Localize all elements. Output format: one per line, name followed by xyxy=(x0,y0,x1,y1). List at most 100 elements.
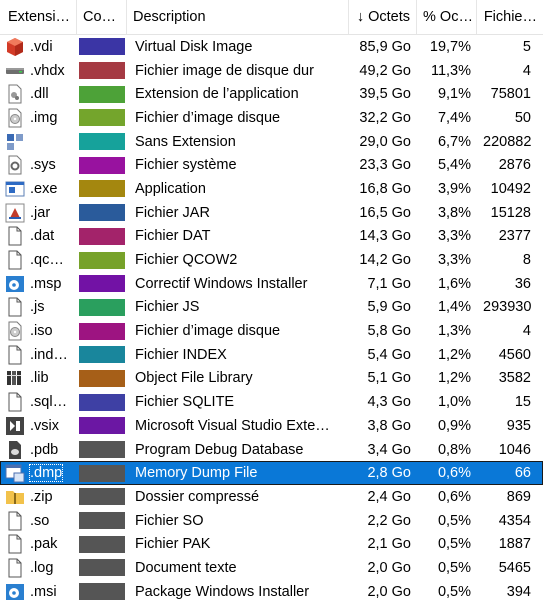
table-row[interactable]: .js Fichier JS 5,9 Go 1,4% 293930 xyxy=(0,296,543,320)
description-cell: Fichier système xyxy=(135,157,237,174)
table-row[interactable]: Sans Extension 29,0 Go 6,7% 220882 xyxy=(0,130,543,154)
description-cell: Fichier image de disque dur xyxy=(135,62,314,79)
extension-cell: .msp xyxy=(0,274,77,294)
color-cell xyxy=(77,583,127,601)
table-row[interactable]: .sql… Fichier SQLITE 4,3 Go 1,0% 15 xyxy=(0,390,543,414)
color-swatch xyxy=(79,464,125,482)
extension-cell: .sys xyxy=(0,155,77,175)
table-row[interactable]: .log Document texte 2,0 Go 0,5% 5465 xyxy=(0,556,543,580)
percent-cell: 1,2% xyxy=(437,370,471,387)
table-row[interactable]: .sys Fichier système 23,3 Go 5,4% 2876 xyxy=(0,153,543,177)
octets-cell: 2,4 Go xyxy=(367,488,411,505)
percent-cell: 9,1% xyxy=(437,86,471,103)
color-swatch xyxy=(79,251,125,269)
extension-label: .img xyxy=(30,109,58,126)
octets-cell: 5,9 Go xyxy=(367,299,411,316)
table-row[interactable]: .qc… Fichier QCOW2 14,2 Go 3,3% 8 xyxy=(0,248,543,272)
extension-label: .sys xyxy=(30,157,56,174)
color-swatch xyxy=(79,535,125,553)
files-count-cell: 50 xyxy=(514,109,531,126)
blank-file-icon xyxy=(5,558,25,578)
extension-label: .jar xyxy=(30,204,51,221)
column-header-description[interactable]: Description xyxy=(127,0,349,34)
virtualbox-icon xyxy=(5,37,25,57)
extension-cell: .ind… xyxy=(0,345,77,365)
percent-cell: 0,5% xyxy=(437,512,471,529)
column-header-percent[interactable]: % Oc… xyxy=(417,0,477,34)
column-header-extension[interactable]: Extensi… xyxy=(0,0,77,34)
color-cell xyxy=(77,298,127,316)
extension-cell: .vdi xyxy=(0,37,77,57)
table-row[interactable]: .so Fichier SO 2,2 Go 0,5% 4354 xyxy=(0,509,543,533)
table-row[interactable]: .vsix Microsoft Visual Studio Exte… 3,8 Go… xyxy=(0,414,543,438)
table-row[interactable]: .iso Fichier d’image disque 5,8 Go 1,3% 4 xyxy=(0,319,543,343)
color-cell xyxy=(77,227,127,245)
color-cell xyxy=(77,38,127,56)
percent-cell: 5,4% xyxy=(437,157,471,174)
description-cell: Dossier compressé xyxy=(135,488,260,505)
octets-cell: 5,8 Go xyxy=(367,323,411,340)
system-file-icon xyxy=(5,155,25,175)
extension-label: .qc… xyxy=(30,252,64,269)
installer-icon xyxy=(5,274,25,294)
description-cell: Memory Dump File xyxy=(135,465,258,482)
table-row[interactable]: .msp Correctif Windows Installer 7,1 Go 1,6… xyxy=(0,272,543,296)
table-row[interactable]: .zip Dossier compressé 2,4 Go 0,6% 869 xyxy=(0,485,543,509)
octets-cell: 2,1 Go xyxy=(367,536,411,553)
extension-label: .lib xyxy=(30,370,49,387)
table-row[interactable]: .pak Fichier PAK 2,1 Go 0,5% 1887 xyxy=(0,532,543,556)
column-header-color[interactable]: Co… xyxy=(77,0,127,34)
octets-cell: 5,4 Go xyxy=(367,346,411,363)
percent-cell: 1,4% xyxy=(437,299,471,316)
blank-file-icon xyxy=(5,534,25,554)
column-header-files[interactable]: Fichie… xyxy=(477,0,543,34)
percent-cell: 3,8% xyxy=(437,204,471,221)
color-swatch xyxy=(79,62,125,80)
extension-cell: .pdb xyxy=(0,440,77,460)
description-cell: Fichier SQLITE xyxy=(135,394,235,411)
zip-folder-icon xyxy=(5,487,25,507)
extension-cell: .dmp xyxy=(0,463,77,483)
extension-label: .vhdx xyxy=(30,62,65,79)
table-row[interactable]: .ind… Fichier INDEX 5,4 Go 1,2% 4560 xyxy=(0,343,543,367)
table-row[interactable]: .img Fichier d’image disque 32,2 Go 7,4% 50 xyxy=(0,106,543,130)
octets-cell: 3,4 Go xyxy=(367,441,411,458)
color-swatch xyxy=(79,393,125,411)
table-row[interactable]: .exe Application 16,8 Go 3,9% 10492 xyxy=(0,177,543,201)
description-cell: Fichier d’image disque xyxy=(135,109,281,126)
table-row[interactable]: .dmp Memory Dump File 2,8 Go 0,6% 66 xyxy=(0,461,543,486)
extension-cell: .log xyxy=(0,558,77,578)
description-cell: Fichier INDEX xyxy=(135,346,227,363)
percent-cell: 0,9% xyxy=(437,417,471,434)
percent-cell: 0,5% xyxy=(437,559,471,576)
extension-cell: .zip xyxy=(0,487,77,507)
table-row[interactable]: .msi Package Windows Installer 2,0 Go 0,5% 3… xyxy=(0,580,543,604)
percent-cell: 3,3% xyxy=(437,252,471,269)
percent-cell: 0,6% xyxy=(437,465,471,482)
octets-cell: 2,2 Go xyxy=(367,512,411,529)
color-swatch xyxy=(79,227,125,245)
color-cell xyxy=(77,156,127,174)
description-cell: Fichier PAK xyxy=(135,536,211,553)
table-row[interactable]: .jar Fichier JAR 16,5 Go 3,8% 15128 xyxy=(0,201,543,225)
octets-cell: 29,0 Go xyxy=(359,133,411,150)
color-cell xyxy=(77,512,127,530)
extension-cell: .dll xyxy=(0,84,77,104)
description-cell: Fichier QCOW2 xyxy=(135,252,238,269)
description-cell: Fichier JAR xyxy=(135,204,210,221)
table-row[interactable]: .lib Object File Library 5,1 Go 1,2% 3582 xyxy=(0,367,543,391)
table-row[interactable]: .vhdx Fichier image de disque dur 49,2 Go 1… xyxy=(0,59,543,83)
color-cell xyxy=(77,464,127,482)
percent-cell: 0,5% xyxy=(437,536,471,553)
extension-label: .iso xyxy=(30,323,53,340)
table-row[interactable]: .dll Extension de l’application 39,5 Go 9,1… xyxy=(0,82,543,106)
table-row[interactable]: .vdi Virtual Disk Image 85,9 Go 19,7% 5 xyxy=(0,35,543,59)
files-count-cell: 935 xyxy=(506,417,531,434)
table-row[interactable]: .pdb Program Debug Database 3,4 Go 0,8% 1046 xyxy=(0,438,543,462)
extension-label: .dll xyxy=(30,86,49,103)
description-cell: Fichier d’image disque xyxy=(135,323,281,340)
column-header-octets[interactable]: ↓ Octets xyxy=(349,0,417,34)
color-cell xyxy=(77,535,127,553)
table-row[interactable]: .dat Fichier DAT 14,3 Go 3,3% 2377 xyxy=(0,225,543,249)
color-cell xyxy=(77,417,127,435)
